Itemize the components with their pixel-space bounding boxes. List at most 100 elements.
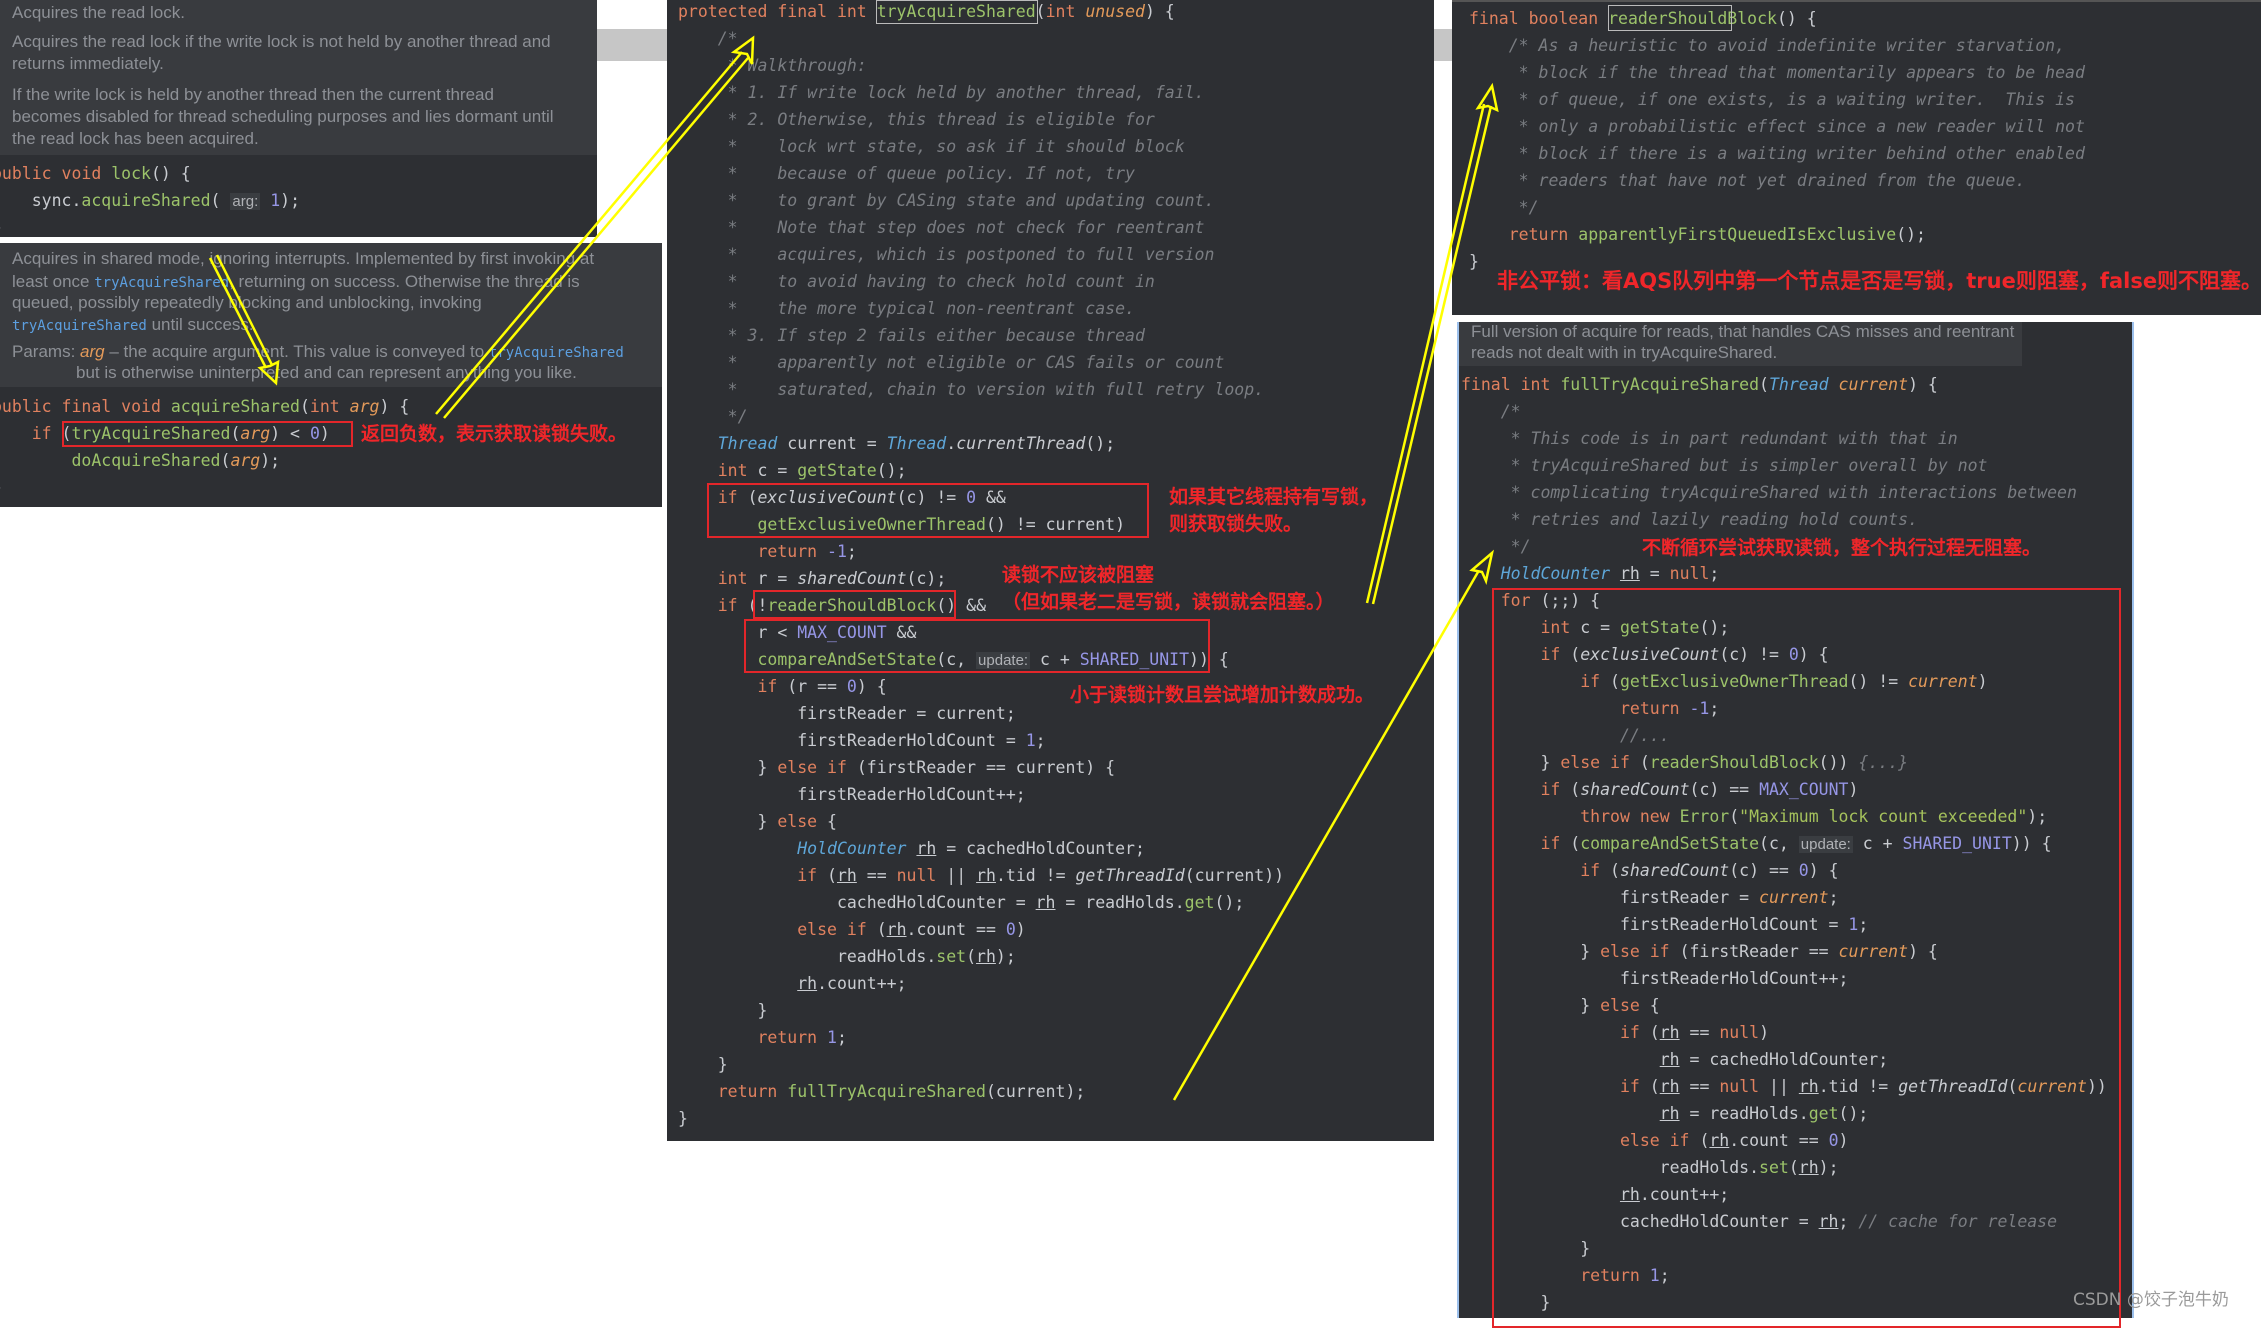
code-line: sync.acquireShared( arg: 1); xyxy=(0,187,300,214)
code-token: * block if there is a waiting writer beh… xyxy=(1469,144,2085,163)
code-token: * 1. If write lock held by another threa… xyxy=(678,83,1205,102)
code-token: readHolds. xyxy=(678,947,937,966)
code-line: return fullTryAcquireShared(current); xyxy=(678,1078,1086,1105)
code-line: HoldCounter rh = null; xyxy=(1461,560,1720,587)
code-token: } xyxy=(678,1109,688,1128)
code-token: 0 xyxy=(1005,920,1016,939)
code-token: () { xyxy=(1776,9,1817,28)
code-line: * Note that step does not check for reen… xyxy=(678,214,1205,241)
code-line: */ xyxy=(1461,533,1531,560)
code-line: * lock wrt state, so ask if it should bl… xyxy=(678,133,1185,160)
code-token: acquireShared xyxy=(81,191,211,210)
code-token: * 2. Otherwise, this thread is eligible … xyxy=(678,110,1155,129)
code-token: acquireShared xyxy=(170,397,300,416)
code-token: } xyxy=(678,1001,768,1020)
code-token: * readers that have not yet drained from… xyxy=(1469,171,2026,190)
code-token: firstReader = current; xyxy=(678,704,1016,723)
code-line: * 1. If write lock held by another threa… xyxy=(678,79,1205,106)
code-token: rh xyxy=(836,866,857,885)
code-token: ); xyxy=(280,191,301,210)
code-token: (current); xyxy=(985,1082,1086,1101)
code-token: /* xyxy=(1461,402,1521,421)
code-token: public void xyxy=(0,164,112,183)
code-token: } xyxy=(678,758,778,777)
code-token: */ xyxy=(1461,537,1531,556)
code-line: * readers that have not yet drained from… xyxy=(1469,167,2026,194)
code-token: lock xyxy=(111,164,151,183)
code-line: * of queue, if one exists, is a waiting … xyxy=(1469,86,2075,113)
code-token: current xyxy=(1838,375,1909,394)
code-token: (firstReader == current) { xyxy=(856,758,1116,777)
code-token: /* As a heuristic to avoid indefinite wr… xyxy=(1469,36,2066,55)
code-line: * apparently not eligible or CAS fails o… xyxy=(678,349,1225,376)
code-token: * lock wrt state, so ask if it should bl… xyxy=(678,137,1185,156)
code-token: (); xyxy=(1214,893,1245,912)
code-token: (); xyxy=(876,461,907,480)
lock-code: public void lock() { sync.acquireShared(… xyxy=(0,0,597,237)
code-token: apparentlyFirstQueuedIsExclusive xyxy=(1578,225,1897,244)
code-token: /* xyxy=(678,29,738,48)
code-token: getThreadId xyxy=(1075,866,1185,885)
annotation-write-lock: 如果其它线程持有写锁， xyxy=(1169,486,1379,508)
code-token: ( xyxy=(966,947,977,966)
code-token: * to grant by CASing state and updating … xyxy=(678,191,1215,210)
code-token: * saturated, chain to version with full … xyxy=(678,380,1265,399)
code-token: ); xyxy=(260,451,281,470)
code-line: } else if (firstReader == current) { xyxy=(678,754,1115,781)
code-line: * to avoid having to check hold count in xyxy=(678,268,1155,295)
annotation-negative-return: 返回负数，表示获取读锁失败。 xyxy=(361,423,628,445)
code-token: * complicating tryAcquireShared with int… xyxy=(1461,483,2077,502)
code-line: public final void acquireShared(int arg)… xyxy=(0,393,409,420)
code-token: else if xyxy=(797,920,877,939)
acquire-shared-code: public final void acquireShared(int arg)… xyxy=(0,243,662,507)
code-token: } xyxy=(0,218,2,237)
code-token: Thread xyxy=(1768,375,1839,394)
code-token: * retries and lazily reading hold counts… xyxy=(1461,510,1918,529)
code-token: (); xyxy=(1896,225,1926,244)
code-token: ( xyxy=(299,397,310,416)
code-token: ; xyxy=(1035,731,1046,750)
code-token: * of queue, if one exists, is a waiting … xyxy=(1469,90,2075,109)
highlight-box xyxy=(753,590,956,619)
code-token: rh xyxy=(916,839,937,858)
code-token: return xyxy=(1508,225,1579,244)
code-line: else if (rh.count == 0) xyxy=(678,916,1026,943)
code-token: public final void xyxy=(0,397,171,416)
code-token: 1 xyxy=(270,191,281,210)
code-token: sharedCount xyxy=(797,569,907,588)
code-token: ( xyxy=(1759,375,1769,394)
code-line: } xyxy=(678,1105,688,1132)
code-token: firstReaderHoldCount = xyxy=(678,731,1026,750)
code-token: || xyxy=(936,866,977,885)
code-token: ( xyxy=(210,191,231,210)
code-token: cachedHoldCounter = xyxy=(678,893,1036,912)
highlight-box xyxy=(744,619,1210,673)
code-token: * Note that step does not check for reen… xyxy=(678,218,1205,237)
code-token: */ xyxy=(678,407,748,426)
code-line: firstReader = current; xyxy=(678,700,1016,727)
code-line: * only a probabilistic effect since a ne… xyxy=(1469,113,2085,140)
code-line: * This code is in part redundant with th… xyxy=(1461,425,1958,452)
code-token: { xyxy=(817,812,837,831)
code-token: HoldCounter xyxy=(1500,564,1620,583)
code-token: ; xyxy=(846,542,857,561)
code-line: * block if there is a waiting writer beh… xyxy=(1469,140,2085,167)
code-token: ) { xyxy=(856,677,887,696)
code-token: null xyxy=(1669,564,1710,583)
code-token: * block if the thread that momentarily a… xyxy=(1469,63,2085,82)
code-token: doAcquireShared xyxy=(71,451,221,470)
code-token: 1 xyxy=(1025,731,1036,750)
code-token: rh xyxy=(797,974,818,993)
code-token: final boolean xyxy=(1469,9,1609,28)
code-token: ) { xyxy=(1908,375,1938,394)
code-line: * acquires, which is postponed to full v… xyxy=(678,241,1215,268)
code-line: } xyxy=(0,474,2,501)
code-line: cachedHoldCounter = rh = readHolds.get()… xyxy=(678,889,1244,916)
watermark: CSDN @饺子泡牛奶 xyxy=(2073,1290,2229,1310)
